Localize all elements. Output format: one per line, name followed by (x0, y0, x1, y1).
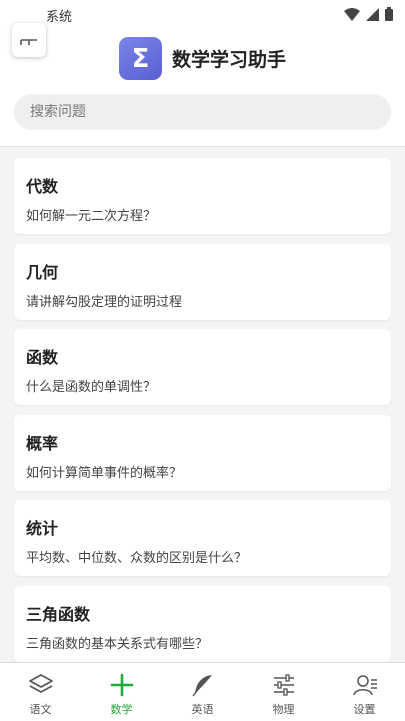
topic-title: 代数 (26, 177, 59, 196)
topic-question: 什么是函数的单调性？ (26, 380, 157, 395)
tab-settings[interactable]: 设置 (324, 663, 405, 721)
topic-question: 如何解一元二次方程？ (26, 209, 157, 224)
page-title: 数学学习助手 (172, 49, 287, 71)
sliders-icon (273, 674, 294, 696)
wifi-icon (344, 7, 360, 21)
topic-title: 统计 (26, 519, 59, 538)
topic-title: 函数 (26, 348, 59, 367)
topic-title: 概率 (26, 434, 59, 453)
feather-icon (191, 675, 212, 697)
tab-math[interactable]: 数学 (81, 663, 162, 721)
plus-icon (110, 673, 133, 697)
topic-question: 请讲解勾股定理的证明过程 (26, 295, 183, 310)
tab-label: 设置 (353, 703, 376, 716)
topic-title: 三角函数 (26, 605, 91, 624)
topic-card-functions[interactable]: 函数 什么是函数的单调性？ (14, 329, 391, 405)
status-icons (344, 7, 393, 21)
topic-question: 如何计算简单事件的概率？ (26, 466, 183, 481)
tab-label: 物理 (272, 703, 295, 716)
tab-physics[interactable]: 物理 (243, 663, 324, 721)
signal-icon (366, 7, 379, 21)
topic-card-algebra[interactable]: 代数 如何解一元二次方程？ (14, 158, 391, 234)
status-bar: 系统 (0, 0, 405, 28)
topic-question: 平均数、中位数、众数的区别是什么？ (26, 551, 248, 566)
topic-card-geometry[interactable]: 几何 请讲解勾股定理的证明过程 (14, 244, 391, 320)
app-header: Σ 数学学习助手 (0, 23, 405, 147)
status-label: 系统 (46, 10, 73, 25)
sigma-icon: Σ (131, 43, 150, 74)
tab-label: 英语 (191, 703, 214, 716)
search-input[interactable] (14, 94, 391, 130)
tab-english[interactable]: 英语 (162, 663, 243, 721)
tab-chinese[interactable]: 语文 (0, 663, 81, 721)
back-button[interactable] (12, 23, 46, 57)
topic-title: 几何 (26, 263, 59, 282)
app-logo: Σ (119, 37, 162, 80)
topic-card-probability[interactable]: 概率 如何计算简单事件的概率？ (14, 415, 391, 491)
bottom-tab-bar: 语文 数学 英语 物理 设置 (0, 662, 405, 721)
layers-icon (28, 674, 53, 693)
back-icon (20, 39, 37, 45)
tab-label: 语文 (29, 703, 52, 716)
topic-card-statistics[interactable]: 统计 平均数、中位数、众数的区别是什么？ (14, 500, 391, 576)
topic-question: 三角函数的基本关系式有哪些？ (26, 637, 209, 652)
user-settings-icon (352, 675, 377, 696)
tab-label: 数学 (110, 703, 133, 716)
topic-card-trigonometry[interactable]: 三角函数 三角函数的基本关系式有哪些？ (14, 586, 391, 662)
battery-icon (385, 7, 393, 21)
